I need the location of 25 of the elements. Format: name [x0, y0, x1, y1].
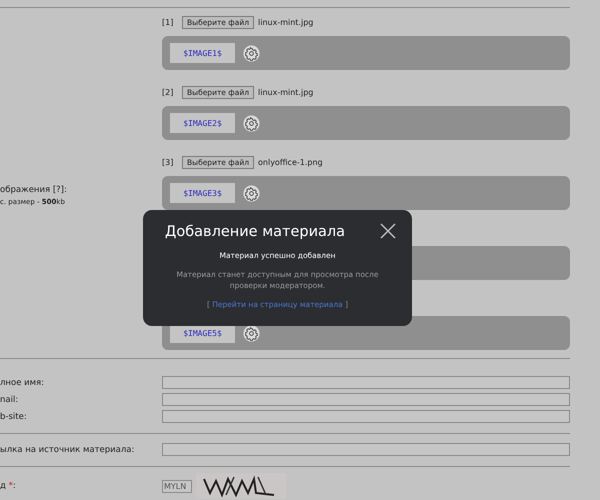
- captcha-field[interactable]: MYLN: [162, 480, 192, 492]
- gear-icon[interactable]: [243, 114, 260, 132]
- upload-index: [2]: [162, 88, 174, 96]
- image-code: $IMAGE2$: [170, 113, 235, 133]
- field-label: ылка на источник материала:: [0, 444, 136, 454]
- input-field[interactable]: [162, 410, 570, 423]
- gear-icon[interactable]: [243, 44, 260, 62]
- field-label: nail:: [0, 394, 20, 404]
- close-icon[interactable]: [380, 223, 396, 239]
- gear-icon[interactable]: [243, 184, 260, 202]
- field-label: лное имя:: [0, 378, 46, 388]
- file-name: linux-mint.jpg: [258, 18, 314, 26]
- file-name: onlyoffice-1.png: [258, 158, 323, 166]
- image-code: $IMAGE1$: [170, 43, 235, 63]
- file-name: linux-mint.jpg: [258, 88, 314, 96]
- field-label: b-site:: [0, 412, 28, 422]
- input-field[interactable]: [162, 376, 570, 389]
- upload-index: [3]: [162, 158, 174, 166]
- field-label: ображения [?]:: [0, 185, 67, 195]
- input-field[interactable]: [162, 393, 570, 406]
- field-label: д *:: [0, 481, 17, 491]
- upload-index: [1]: [162, 18, 174, 26]
- input-field[interactable]: [162, 443, 570, 456]
- dialog-title: Добавление материала: [165, 224, 346, 240]
- image-code: $IMAGE3$: [170, 183, 235, 203]
